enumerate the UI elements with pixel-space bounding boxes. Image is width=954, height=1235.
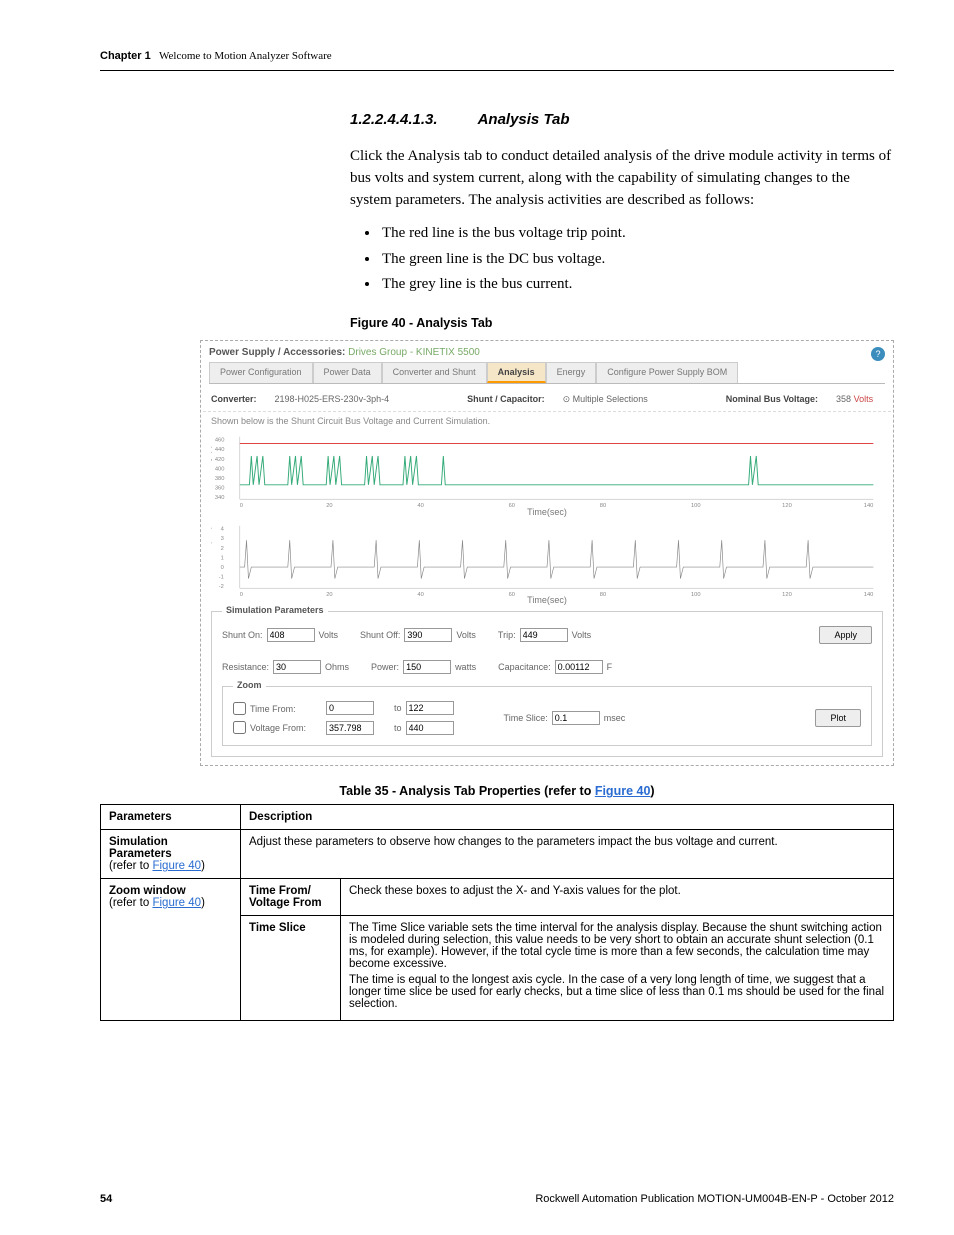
figure-40-link[interactable]: Figure 40	[595, 784, 651, 798]
svg-text:-1: -1	[219, 574, 224, 580]
voltage-to-input[interactable]	[406, 721, 454, 735]
svg-text:3: 3	[221, 536, 224, 542]
resistance-input[interactable]	[273, 660, 321, 674]
svg-text:0: 0	[221, 565, 224, 571]
svg-text:0: 0	[240, 503, 243, 509]
td-time-slice-desc: The Time Slice variable sets the time in…	[341, 916, 894, 1021]
svg-text:120: 120	[782, 591, 792, 597]
page-footer: 54 Rockwell Automation Publication MOTIO…	[100, 1193, 894, 1205]
td-sim-params: Simulation Parameters (refer to Figure 4…	[101, 830, 241, 879]
svg-text:60: 60	[509, 503, 515, 509]
svg-text:140: 140	[864, 591, 874, 597]
svg-text:460: 460	[215, 437, 225, 443]
bullet-item: The grey line is the bus current.	[380, 272, 894, 298]
td-time-voltage-from: Time From/Voltage From	[241, 879, 341, 916]
info-row: Converter: 2198-H025-ERS-230v-3ph-4 Shun…	[203, 388, 891, 412]
tab-bar: Power Configuration Power Data Converter…	[209, 362, 885, 384]
analysis-properties-table: Parameters Description Simulation Parame…	[100, 804, 894, 1021]
time-from-input[interactable]	[326, 701, 374, 715]
intro-paragraph: Click the Analysis tab to conduct detail…	[350, 146, 894, 211]
svg-text:20: 20	[326, 591, 332, 597]
apply-button[interactable]: Apply	[819, 626, 872, 644]
svg-text:0: 0	[240, 591, 243, 597]
svg-text:340: 340	[215, 495, 225, 501]
voltage-from-checkbox[interactable]	[233, 721, 246, 734]
figure-40-link[interactable]: Figure 40	[152, 860, 201, 872]
tab-power-data[interactable]: Power Data	[313, 362, 382, 383]
th-parameters: Parameters	[101, 805, 241, 830]
svg-text:360: 360	[215, 485, 225, 491]
bullet-item: The red line is the bus voltage trip poi…	[380, 221, 894, 247]
svg-text:80: 80	[600, 503, 606, 509]
svg-text:100: 100	[691, 503, 701, 509]
section-heading: 1.2.2.4.4.1.3.Analysis Tab	[350, 111, 894, 128]
svg-text:140: 140	[864, 503, 874, 509]
analysis-tab-screenshot: ? Power Supply / Accessories: Drives Gro…	[200, 340, 894, 767]
svg-text:80: 80	[600, 591, 606, 597]
running-header: Chapter 1 Welcome to Motion Analyzer Sof…	[100, 50, 894, 62]
th-description: Description	[241, 805, 894, 830]
time-to-input[interactable]	[406, 701, 454, 715]
tab-configure-bom[interactable]: Configure Power Supply BOM	[596, 362, 738, 383]
plot-button[interactable]: Plot	[815, 709, 861, 727]
header-rule	[100, 70, 894, 71]
chart-subcaption: Shown below is the Shunt Circuit Bus Vol…	[203, 412, 891, 428]
time-slice-input[interactable]	[552, 711, 600, 725]
power-input[interactable]	[403, 660, 451, 674]
td-sim-params-desc: Adjust these parameters to observe how c…	[241, 830, 894, 879]
svg-text:-2: -2	[219, 584, 224, 590]
svg-text:Bus Current(Arms): Bus Current(Arms)	[211, 526, 213, 574]
svg-text:2: 2	[221, 545, 224, 551]
svg-text:120: 120	[782, 503, 792, 509]
trip-input[interactable]	[520, 628, 568, 642]
svg-text:60: 60	[509, 591, 515, 597]
shunt-on-input[interactable]	[267, 628, 315, 642]
tab-energy[interactable]: Energy	[546, 362, 597, 383]
capacitance-input[interactable]	[555, 660, 603, 674]
svg-text:420: 420	[215, 457, 225, 463]
td-zoom-window: Zoom window (refer to Figure 40)	[101, 879, 241, 1021]
svg-text:40: 40	[417, 591, 423, 597]
svg-text:Bus Voltage (V): Bus Voltage (V)	[211, 445, 213, 485]
bus-current-chart: 4 3 2 1 0 -1 -2 Bus Current(Arms) 0 20 40 60 80 10…	[211, 521, 883, 606]
tab-power-configuration[interactable]: Power Configuration	[209, 362, 313, 383]
td-time-voltage-from-desc: Check these boxes to adjust the X- and Y…	[341, 879, 894, 916]
svg-text:20: 20	[326, 503, 332, 509]
svg-text:1: 1	[221, 555, 224, 561]
tab-converter-shunt[interactable]: Converter and Shunt	[382, 362, 487, 383]
tab-analysis[interactable]: Analysis	[487, 362, 546, 383]
bullet-item: The green line is the DC bus voltage.	[380, 247, 894, 273]
voltage-from-input[interactable]	[326, 721, 374, 735]
table-caption: Table 35 - Analysis Tab Properties (refe…	[100, 784, 894, 798]
figure-40-link[interactable]: Figure 40	[152, 897, 201, 909]
svg-text:400: 400	[215, 466, 225, 472]
figure-caption: Figure 40 - Analysis Tab	[350, 316, 894, 330]
svg-text:100: 100	[691, 591, 701, 597]
simulation-parameters-group: Simulation Parameters Shunt On:Volts Shu…	[211, 611, 883, 757]
bus-voltage-chart: 460 440 420 400 380 360 340 Bus Voltage (V) 0…	[211, 432, 883, 517]
shunt-off-input[interactable]	[404, 628, 452, 642]
svg-text:4: 4	[221, 526, 225, 532]
bullet-list: The red line is the bus voltage trip poi…	[380, 221, 894, 298]
help-icon[interactable]: ?	[871, 347, 885, 361]
svg-text:380: 380	[215, 476, 225, 482]
time-from-checkbox[interactable]	[233, 702, 246, 715]
td-time-slice: Time Slice	[241, 916, 341, 1021]
svg-text:40: 40	[417, 503, 423, 509]
svg-text:440: 440	[215, 447, 225, 453]
